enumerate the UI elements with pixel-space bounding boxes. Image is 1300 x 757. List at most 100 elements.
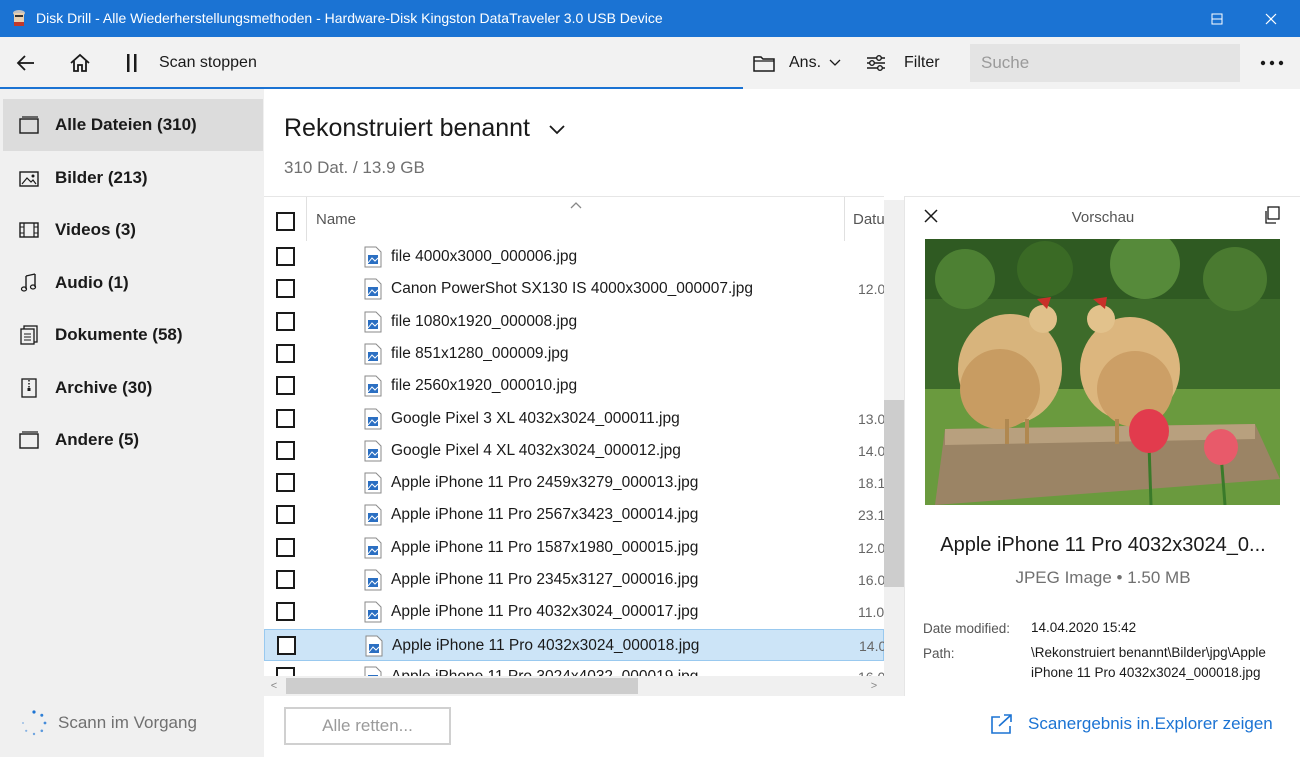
file-name: Apple iPhone 11 Pro 4032x3024_000018.jpg bbox=[392, 636, 700, 654]
column-separator[interactable] bbox=[844, 197, 845, 241]
sidebar-item-label: Dokumente (58) bbox=[55, 325, 183, 344]
show-in-explorer-link[interactable]: Scanergebnis in.Explorer zeigen bbox=[990, 713, 1273, 735]
jpg-file-icon bbox=[364, 311, 382, 333]
sidebar-item-audio[interactable]: Audio (1) bbox=[3, 257, 263, 309]
recover-all-button[interactable]: Alle retten... bbox=[284, 707, 451, 745]
show-in-explorer-label: Scanergebnis in.Explorer zeigen bbox=[1028, 714, 1273, 733]
table-row[interactable]: file 1080x1920_000008.jpg bbox=[264, 306, 884, 338]
pause-scan-button[interactable] bbox=[118, 49, 146, 77]
pause-icon bbox=[127, 54, 137, 72]
back-button[interactable] bbox=[12, 49, 40, 77]
row-checkbox[interactable] bbox=[276, 376, 295, 396]
filter-label[interactable]: Filter bbox=[904, 37, 940, 89]
scrollbar-thumb[interactable] bbox=[286, 678, 638, 694]
file-name: file 851x1280_000009.jpg bbox=[391, 344, 569, 362]
loading-spinner-icon bbox=[22, 710, 47, 736]
table-row[interactable]: file 2560x1920_000010.jpg bbox=[264, 370, 884, 402]
view-folder-button[interactable] bbox=[750, 49, 778, 77]
file-date: 14.0 bbox=[858, 442, 884, 459]
table-row[interactable]: Apple iPhone 11 Pro 2345x3127_000016.jpg… bbox=[264, 564, 884, 596]
vertical-scrollbar[interactable] bbox=[884, 200, 904, 696]
table-row[interactable]: Apple iPhone 11 Pro 2567x3423_000014.jpg… bbox=[264, 499, 884, 531]
column-header-date[interactable]: Datu bbox=[853, 211, 884, 228]
table-row[interactable]: Canon PowerShot SX130 IS 4000x3000_00000… bbox=[264, 273, 884, 305]
column-separator bbox=[306, 197, 307, 241]
row-checkbox[interactable] bbox=[276, 247, 295, 266]
file-name: Apple iPhone 11 Pro 2459x3279_000013.jpg bbox=[391, 474, 699, 492]
sidebar-item-archives[interactable]: Archive (30) bbox=[3, 362, 263, 414]
file-summary: 310 Dat. / 13.9 GB bbox=[284, 158, 425, 177]
row-checkbox[interactable] bbox=[276, 279, 295, 299]
file-name: file 1080x1920_000008.jpg bbox=[391, 312, 578, 330]
file-date: 23.1 bbox=[858, 507, 884, 524]
table-row[interactable]: Apple iPhone 11 Pro 2459x3279_000013.jpg… bbox=[264, 467, 884, 499]
table-row[interactable]: file 4000x3000_000006.jpg bbox=[264, 241, 884, 273]
file-name: Apple iPhone 11 Pro 4032x3024_000017.jpg bbox=[391, 603, 699, 621]
table-row[interactable]: Apple iPhone 11 Pro 4032x3024_000018.jpg… bbox=[264, 628, 884, 661]
preview-file-name: Apple iPhone 11 Pro 4032x3024_0... bbox=[940, 534, 1266, 556]
copy-icon[interactable] bbox=[1263, 206, 1281, 224]
sidebar-item-images[interactable]: Bilder (213) bbox=[3, 152, 263, 204]
page-title[interactable]: Rekonstruiert benannt bbox=[284, 114, 530, 143]
scroll-left-icon[interactable]: < bbox=[264, 676, 284, 696]
file-date: 12.0 bbox=[858, 281, 884, 298]
file-name: Apple iPhone 11 Pro 2567x3423_000014.jpg bbox=[391, 506, 699, 524]
row-checkbox[interactable] bbox=[276, 602, 295, 622]
sidebar-item-all-files[interactable]: Alle Dateien (310) bbox=[3, 99, 263, 151]
table-row[interactable]: Google Pixel 4 XL 4032x3024_000012.jpg 14… bbox=[264, 435, 884, 467]
sidebar-item-label: Andere (5) bbox=[55, 430, 140, 449]
sidebar-item-videos[interactable]: Videos (3) bbox=[3, 204, 263, 256]
filter-sliders-icon bbox=[867, 55, 885, 71]
music-icon bbox=[19, 273, 39, 293]
view-dropdown[interactable]: Ans. bbox=[789, 37, 841, 89]
file-name: Apple iPhone 11 Pro 2345x3127_000016.jpg bbox=[391, 571, 699, 588]
jpg-file-icon bbox=[364, 472, 382, 494]
jpg-file-icon bbox=[364, 440, 382, 462]
other-icon bbox=[19, 430, 39, 450]
row-checkbox[interactable] bbox=[276, 473, 295, 493]
file-date: 18.1 bbox=[858, 475, 884, 492]
chevron-down-icon[interactable] bbox=[548, 120, 566, 138]
select-all-checkbox[interactable] bbox=[276, 212, 295, 231]
row-checkbox[interactable] bbox=[276, 311, 295, 331]
close-window-button[interactable] bbox=[1244, 0, 1298, 37]
search-input[interactable] bbox=[970, 44, 1240, 82]
row-checkbox[interactable] bbox=[276, 570, 295, 589]
horizontal-scrollbar[interactable]: < > bbox=[264, 676, 884, 696]
document-icon bbox=[19, 325, 39, 345]
jpg-file-icon bbox=[364, 246, 382, 268]
date-modified-label: Date modified: bbox=[923, 621, 1011, 636]
preview-image bbox=[925, 239, 1280, 505]
scroll-right-icon[interactable]: > bbox=[864, 676, 884, 696]
file-name: Canon PowerShot SX130 IS 4000x3000_00000… bbox=[391, 280, 753, 298]
more-options-button[interactable] bbox=[1258, 49, 1286, 77]
path-label: Path: bbox=[923, 646, 955, 661]
close-icon bbox=[1265, 13, 1277, 24]
scrollbar-thumb[interactable] bbox=[884, 400, 904, 587]
maximize-button[interactable] bbox=[1190, 0, 1244, 37]
file-name: Google Pixel 4 XL 4032x3024_000012.jpg bbox=[391, 441, 681, 459]
file-date: 13.0 bbox=[858, 410, 884, 427]
row-checkbox[interactable] bbox=[276, 537, 295, 557]
row-checkbox[interactable] bbox=[277, 635, 296, 655]
folder-icon bbox=[753, 56, 775, 72]
window-title: Disk Drill - Alle Wiederherstellungsmeth… bbox=[36, 10, 663, 26]
scan-stop-label[interactable]: Scan stoppen bbox=[159, 37, 257, 89]
home-button[interactable] bbox=[66, 49, 94, 77]
row-checkbox[interactable] bbox=[276, 440, 295, 460]
filter-button[interactable] bbox=[862, 49, 890, 77]
row-checkbox[interactable] bbox=[276, 505, 295, 525]
table-row[interactable]: file 851x1280_000009.jpg bbox=[264, 338, 884, 370]
jpg-file-icon bbox=[364, 278, 382, 300]
row-checkbox[interactable] bbox=[276, 408, 295, 428]
table-row[interactable]: Google Pixel 3 XL 4032x3024_000011.jpg 13… bbox=[264, 403, 884, 435]
sidebar-item-other[interactable]: Andere (5) bbox=[3, 414, 263, 466]
column-header-name[interactable]: Name bbox=[316, 211, 356, 228]
table-row[interactable]: Apple iPhone 11 Pro 4032x3024_000017.jpg… bbox=[264, 596, 884, 628]
row-checkbox[interactable] bbox=[276, 343, 295, 363]
sidebar-item-documents[interactable]: Dokumente (58) bbox=[3, 309, 263, 361]
sidebar-item-label: Audio (1) bbox=[55, 273, 129, 292]
table-row[interactable]: Apple iPhone 11 Pro 1587x1980_000015.jpg… bbox=[264, 532, 884, 564]
file-name: Google Pixel 3 XL 4032x3024_000011.jpg bbox=[391, 409, 680, 427]
path-value: \Rekonstruiert benannt\Bilder\jpg\Apple … bbox=[1031, 645, 1266, 680]
